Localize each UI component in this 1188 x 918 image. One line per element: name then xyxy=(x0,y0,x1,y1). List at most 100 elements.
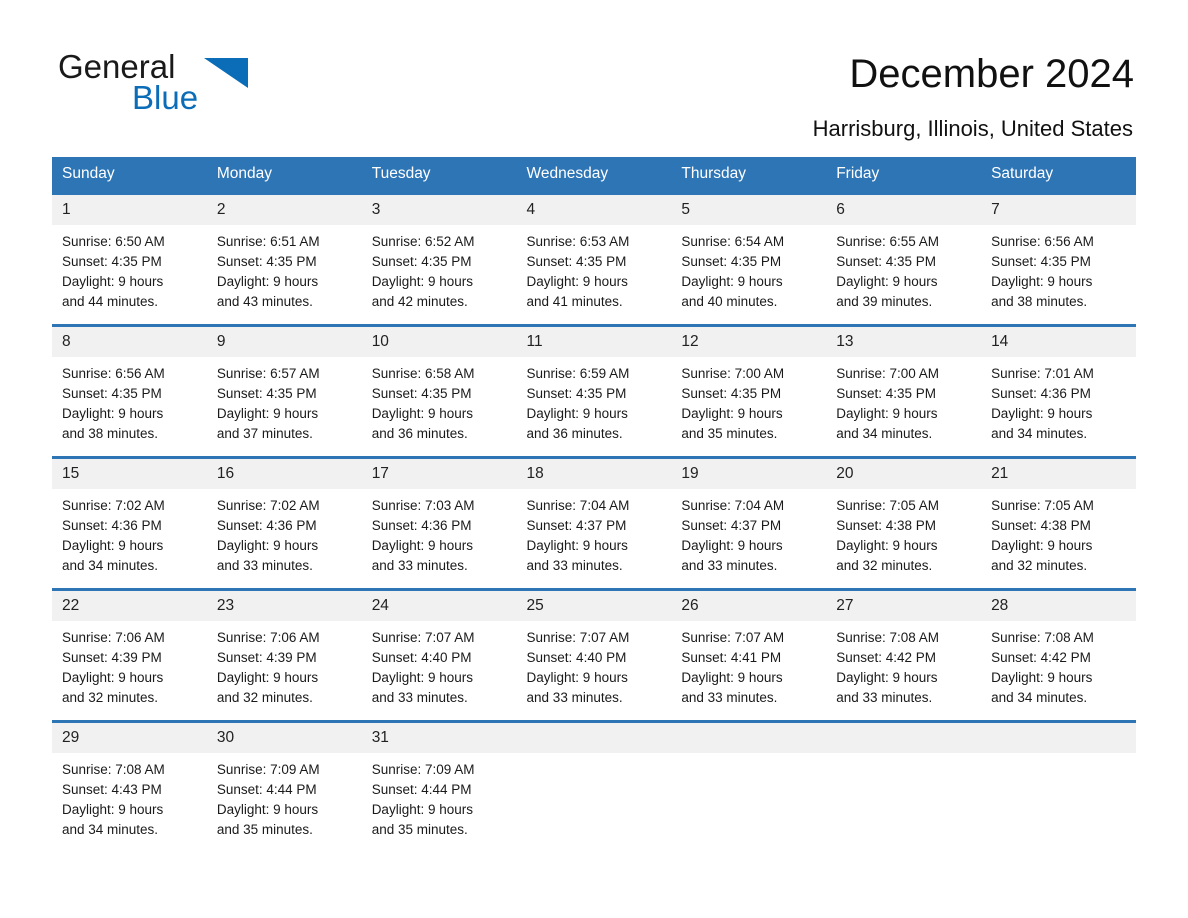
daylight-text-line1: Daylight: 9 hours xyxy=(371,670,473,685)
daylight-text-line2: and 33 minutes. xyxy=(371,558,468,573)
daylight-text-line1: Daylight: 9 hours xyxy=(526,406,628,421)
daylight-text-line1: Daylight: 9 hours xyxy=(991,538,1093,553)
daylight-text-line2: and 32 minutes. xyxy=(62,690,159,705)
sunrise-text: Sunrise: 7:05 AM xyxy=(991,498,1094,513)
daylight-text-line2: and 35 minutes. xyxy=(371,822,468,837)
day-info: Sunrise: 7:05 AM Sunset: 4:38 PM Dayligh… xyxy=(981,489,1136,576)
day-cell[interactable]: 9 Sunrise: 6:57 AM Sunset: 4:35 PM Dayli… xyxy=(206,324,362,458)
day-cell[interactable]: 27 Sunrise: 7:08 AM Sunset: 4:42 PM Dayl… xyxy=(826,588,982,722)
sunrise-text: Sunrise: 6:51 AM xyxy=(216,234,320,249)
daylight-text-line1: Daylight: 9 hours xyxy=(681,274,783,289)
day-cell[interactable]: 4 Sunrise: 6:53 AM Sunset: 4:35 PM Dayli… xyxy=(516,192,672,326)
day-cell[interactable]: 11 Sunrise: 6:59 AM Sunset: 4:35 PM Dayl… xyxy=(516,324,672,458)
week-row: 22 Sunrise: 7:06 AM Sunset: 4:39 PM Dayl… xyxy=(52,588,1136,722)
daylight-text-line2: and 33 minutes. xyxy=(526,690,623,705)
day-cell[interactable]: 5 Sunrise: 6:54 AM Sunset: 4:35 PM Dayli… xyxy=(671,192,827,326)
day-cell[interactable]: 25 Sunrise: 7:07 AM Sunset: 4:40 PM Dayl… xyxy=(516,588,672,722)
sunset-text: Sunset: 4:42 PM xyxy=(991,650,1091,665)
day-cell[interactable]: 26 Sunrise: 7:07 AM Sunset: 4:41 PM Dayl… xyxy=(671,588,827,722)
day-cell[interactable]: 24 Sunrise: 7:07 AM Sunset: 4:40 PM Dayl… xyxy=(361,588,517,722)
daylight-text-line1: Daylight: 9 hours xyxy=(371,274,473,289)
sunset-text: Sunset: 4:44 PM xyxy=(371,782,472,797)
daylight-text-line1: Daylight: 9 hours xyxy=(681,538,783,553)
day-cell[interactable]: 17 Sunrise: 7:03 AM Sunset: 4:36 PM Dayl… xyxy=(361,456,517,590)
daylight-text-line2: and 33 minutes. xyxy=(836,690,933,705)
page-header: General Blue December 2024 Harrisburg, I… xyxy=(0,0,1188,141)
day-cell[interactable]: 28 Sunrise: 7:08 AM Sunset: 4:42 PM Dayl… xyxy=(981,588,1136,722)
sunrise-text: Sunrise: 7:05 AM xyxy=(836,498,940,513)
day-number: 31 xyxy=(361,723,517,753)
sunrise-text: Sunrise: 6:54 AM xyxy=(681,234,785,249)
day-cell[interactable]: 8 Sunrise: 6:56 AM Sunset: 4:35 PM Dayli… xyxy=(52,324,207,458)
day-info: Sunrise: 7:05 AM Sunset: 4:38 PM Dayligh… xyxy=(826,489,981,576)
day-cell[interactable]: 12 Sunrise: 7:00 AM Sunset: 4:35 PM Dayl… xyxy=(671,324,827,458)
day-cell[interactable]: 29 Sunrise: 7:08 AM Sunset: 4:43 PM Dayl… xyxy=(52,720,207,854)
day-info: Sunrise: 6:53 AM Sunset: 4:35 PM Dayligh… xyxy=(517,225,672,312)
daylight-text-line2: and 38 minutes. xyxy=(991,294,1088,309)
day-number: 28 xyxy=(981,591,1136,621)
day-cell[interactable]: 30 Sunrise: 7:09 AM Sunset: 4:44 PM Dayl… xyxy=(206,720,362,854)
day-cell[interactable]: 2 Sunrise: 6:51 AM Sunset: 4:35 PM Dayli… xyxy=(206,192,362,326)
day-number xyxy=(826,723,982,753)
day-info: Sunrise: 7:08 AM Sunset: 4:42 PM Dayligh… xyxy=(981,621,1136,708)
sunrise-text: Sunrise: 7:06 AM xyxy=(62,630,165,645)
day-info: Sunrise: 7:07 AM Sunset: 4:40 PM Dayligh… xyxy=(517,621,672,708)
day-cell[interactable]: 6 Sunrise: 6:55 AM Sunset: 4:35 PM Dayli… xyxy=(826,192,982,326)
sunrise-text: Sunrise: 7:09 AM xyxy=(216,762,320,777)
day-cell[interactable]: 23 Sunrise: 7:06 AM Sunset: 4:39 PM Dayl… xyxy=(206,588,362,722)
day-cell[interactable]: 31 Sunrise: 7:09 AM Sunset: 4:44 PM Dayl… xyxy=(361,720,517,854)
day-cell[interactable]: 22 Sunrise: 7:06 AM Sunset: 4:39 PM Dayl… xyxy=(52,588,207,722)
day-cell[interactable]: 7 Sunrise: 6:56 AM Sunset: 4:35 PM Dayli… xyxy=(981,192,1136,326)
sunset-text: Sunset: 4:36 PM xyxy=(991,386,1091,401)
day-cell[interactable]: 21 Sunrise: 7:05 AM Sunset: 4:38 PM Dayl… xyxy=(981,456,1136,590)
day-number: 18 xyxy=(516,459,672,489)
sunrise-text: Sunrise: 7:07 AM xyxy=(371,630,475,645)
sunset-text: Sunset: 4:39 PM xyxy=(216,650,317,665)
day-cell[interactable]: 16 Sunrise: 7:02 AM Sunset: 4:36 PM Dayl… xyxy=(206,456,362,590)
day-info: Sunrise: 6:54 AM Sunset: 4:35 PM Dayligh… xyxy=(671,225,826,312)
day-cell[interactable]: 1 Sunrise: 6:50 AM Sunset: 4:35 PM Dayli… xyxy=(52,192,207,326)
daylight-text-line2: and 34 minutes. xyxy=(836,426,933,441)
daylight-text-line1: Daylight: 9 hours xyxy=(991,670,1093,685)
day-info: Sunrise: 6:56 AM Sunset: 4:35 PM Dayligh… xyxy=(981,225,1136,312)
day-cell[interactable]: 19 Sunrise: 7:04 AM Sunset: 4:37 PM Dayl… xyxy=(671,456,827,590)
day-cell[interactable]: 20 Sunrise: 7:05 AM Sunset: 4:38 PM Dayl… xyxy=(826,456,982,590)
day-cell[interactable]: 15 Sunrise: 7:02 AM Sunset: 4:36 PM Dayl… xyxy=(52,456,207,590)
day-cell[interactable]: 14 Sunrise: 7:01 AM Sunset: 4:36 PM Dayl… xyxy=(981,324,1136,458)
daylight-text-line2: and 43 minutes. xyxy=(216,294,313,309)
day-info: Sunrise: 7:03 AM Sunset: 4:36 PM Dayligh… xyxy=(362,489,517,576)
sunset-text: Sunset: 4:40 PM xyxy=(371,650,472,665)
day-cell[interactable]: 10 Sunrise: 6:58 AM Sunset: 4:35 PM Dayl… xyxy=(361,324,517,458)
daylight-text-line2: and 40 minutes. xyxy=(681,294,778,309)
sunrise-text: Sunrise: 7:00 AM xyxy=(836,366,940,381)
day-number: 25 xyxy=(516,591,672,621)
day-number: 17 xyxy=(361,459,517,489)
day-cell-empty xyxy=(516,720,672,854)
daylight-text-line1: Daylight: 9 hours xyxy=(526,274,628,289)
day-number: 26 xyxy=(671,591,827,621)
daylight-text-line1: Daylight: 9 hours xyxy=(991,406,1093,421)
sunrise-text: Sunrise: 6:52 AM xyxy=(371,234,475,249)
day-number: 21 xyxy=(981,459,1136,489)
daylight-text-line1: Daylight: 9 hours xyxy=(62,274,164,289)
day-info: Sunrise: 7:02 AM Sunset: 4:36 PM Dayligh… xyxy=(207,489,362,576)
day-cell-empty xyxy=(671,720,827,854)
day-cell[interactable]: 13 Sunrise: 7:00 AM Sunset: 4:35 PM Dayl… xyxy=(826,324,982,458)
daylight-text-line2: and 33 minutes. xyxy=(216,558,313,573)
day-info: Sunrise: 7:04 AM Sunset: 4:37 PM Dayligh… xyxy=(517,489,672,576)
daylight-text-line1: Daylight: 9 hours xyxy=(836,274,938,289)
day-cell[interactable]: 3 Sunrise: 6:52 AM Sunset: 4:35 PM Dayli… xyxy=(361,192,517,326)
day-number: 4 xyxy=(516,195,672,225)
sunset-text: Sunset: 4:35 PM xyxy=(216,254,317,269)
sunrise-text: Sunrise: 6:53 AM xyxy=(526,234,630,249)
day-info: Sunrise: 6:56 AM Sunset: 4:35 PM Dayligh… xyxy=(52,357,207,444)
day-cell[interactable]: 18 Sunrise: 7:04 AM Sunset: 4:37 PM Dayl… xyxy=(516,456,672,590)
day-number: 22 xyxy=(52,591,207,621)
daylight-text-line1: Daylight: 9 hours xyxy=(62,670,164,685)
sunset-text: Sunset: 4:38 PM xyxy=(836,518,937,533)
day-info: Sunrise: 7:02 AM Sunset: 4:36 PM Dayligh… xyxy=(52,489,207,576)
day-number: 2 xyxy=(206,195,362,225)
sunset-text: Sunset: 4:42 PM xyxy=(836,650,937,665)
daylight-text-line2: and 36 minutes. xyxy=(371,426,468,441)
daylight-text-line2: and 34 minutes. xyxy=(991,690,1088,705)
